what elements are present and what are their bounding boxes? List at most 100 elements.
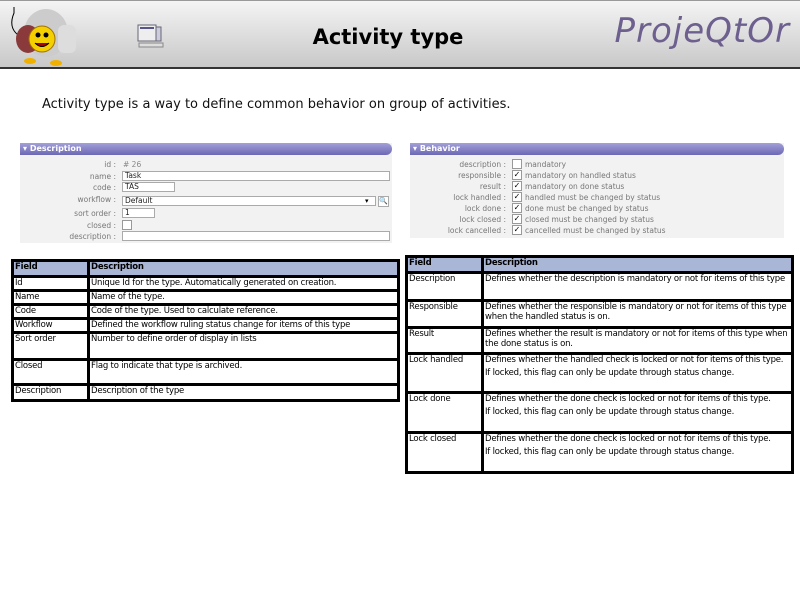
name-label: name : [89,172,116,181]
description-cell: Defines whether the description is manda… [481,271,794,302]
intro-text: Activity type is a way to define common … [42,97,511,112]
table-row: Lock closed Defines whether the done chec… [405,431,794,474]
field-cell: Responsible [405,299,484,329]
lock-note: If locked, this flag can only be update … [485,407,735,417]
description-label: description : [69,232,116,241]
sort-order-label: sort order : [74,209,116,218]
behavior-label: responsible : [458,171,506,180]
field-description-table-left: Field Description Id Unique Id for the typ… [11,259,400,402]
panel-title: Behavior [419,144,460,153]
behavior-checkbox[interactable] [512,159,522,169]
description-cell: Number to define order of display in lis… [87,331,400,361]
description-text: Defines whether the result is mandatory … [485,329,788,349]
description-cell: Defines whether the done check is locked… [481,431,794,474]
description-cell: Defines whether the responsible is manda… [481,299,794,329]
description-text: Defines whether the responsible is manda… [485,302,787,322]
behavior-label: description : [459,160,506,169]
description-cell: Flag to indicate that type is archived. [87,358,400,386]
name-input[interactable]: Task [122,171,390,181]
description-cell: Defines whether the handled check is loc… [481,352,794,394]
description-text: Defines whether the done check is locked… [485,394,771,404]
id-label: id : [104,160,116,169]
workflow-label: workflow : [77,195,116,204]
lock-note: If locked, this flag can only be update … [485,368,735,378]
field-cell: Closed [11,358,90,386]
field-cell: Workflow [11,317,90,334]
closed-checkbox[interactable] [122,220,132,230]
behavior-text: mandatory [525,160,567,169]
behavior-text: handled must be changed by status [525,193,661,202]
description-cell: Unique Id for the type. Automatically ge… [87,275,400,292]
code-label: code : [93,183,116,192]
sort-order-input[interactable]: 1 [122,208,155,218]
description-text: Defines whether the handled check is loc… [485,355,784,365]
field-cell: Description [405,271,484,302]
table-row: Workflow Defined the workflow ruling stat… [11,317,400,334]
description-cell: Code of the type. Used to calculate refe… [87,303,400,320]
behavior-label: lock cancelled : [447,226,506,235]
description-text: Defines whether the description is manda… [485,274,785,284]
field-cell: Lock done [405,391,484,434]
panel-title: Description [29,144,82,153]
field-cell: Code [11,303,90,320]
column-header-description: Description [481,255,794,274]
table-row: Id Unique Id for the type. Automatically … [11,275,400,292]
dropdown-arrow-icon[interactable]: ▾ [365,197,369,205]
workflow-select[interactable]: Default [122,196,376,206]
table-row: Closed Flag to indicate that type is arch… [11,358,400,386]
table-row: Description Defines whether the descripti… [405,271,794,302]
behavior-panel-header[interactable]: ▾ Behavior [410,143,784,155]
lock-note: If locked, this flag can only be update … [485,447,735,457]
behavior-text: done must be changed by status [525,204,649,213]
description-cell: Defined the workflow ruling status chang… [87,317,400,334]
description-panel-header[interactable]: ▾ Description [20,143,392,155]
table-row: Name Name of the type. [11,289,400,306]
description-cell: Defines whether the done check is locked… [481,391,794,434]
header-bar: Activity type ProjeQtOr [0,0,800,69]
table-row: Description Description of the type [11,383,400,402]
description-cell: Name of the type. [87,289,400,306]
behavior-label: lock handled : [453,193,506,202]
behavior-checkbox[interactable]: ✓ [512,214,522,224]
field-cell: Name [11,289,90,306]
behavior-checkbox[interactable]: ✓ [512,203,522,213]
code-input[interactable]: TAS [122,182,175,192]
behavior-checkbox[interactable]: ✓ [512,170,522,180]
behavior-checkbox[interactable]: ✓ [512,192,522,202]
brand-logo-text: ProjeQtOr [614,11,790,51]
description-panel: ▾ Description id : # 26 name : Task code… [20,143,392,243]
search-icon[interactable]: 🔍 [378,196,389,207]
field-cell: Lock closed [405,431,484,474]
table-row: Sort order Number to define order of disp… [11,331,400,361]
table-row: Code Code of the type. Used to calculate … [11,303,400,320]
table-row: Responsible Defines whether the responsib… [405,299,794,329]
behavior-label: result : [479,182,506,191]
column-header-field: Field [11,259,90,278]
behavior-label: lock closed : [459,215,506,224]
behavior-text: mandatory on done status [525,182,625,191]
table-row: Lock handled Defines whether the handled … [405,352,794,394]
id-value: # 26 [123,160,142,169]
field-cell: Id [11,275,90,292]
column-header-description: Description [87,259,400,278]
behavior-label: lock done : [464,204,506,213]
field-cell: Sort order [11,331,90,361]
behavior-checkbox[interactable]: ✓ [512,181,522,191]
field-cell: Result [405,326,484,355]
field-cell: Description [11,383,90,402]
column-header-field: Field [405,255,484,274]
collapse-icon: ▾ [23,144,30,153]
field-cell: Lock handled [405,352,484,394]
behavior-text: cancelled must be changed by status [525,226,666,235]
table-row: Lock done Defines whether the done check … [405,391,794,434]
behavior-text: closed must be changed by status [525,215,654,224]
behavior-panel: ▾ Behavior description : mandatory respon… [410,143,784,238]
description-cell: Description of the type [87,383,400,402]
closed-label: closed : [87,221,116,230]
behavior-checkbox[interactable]: ✓ [512,225,522,235]
field-description-table-right: Field Description Description Defines whet… [405,255,794,474]
description-input[interactable] [122,231,390,241]
behavior-text: mandatory on handled status [525,171,636,180]
collapse-icon: ▾ [413,144,420,153]
description-text: Defines whether the done check is locked… [485,434,771,444]
